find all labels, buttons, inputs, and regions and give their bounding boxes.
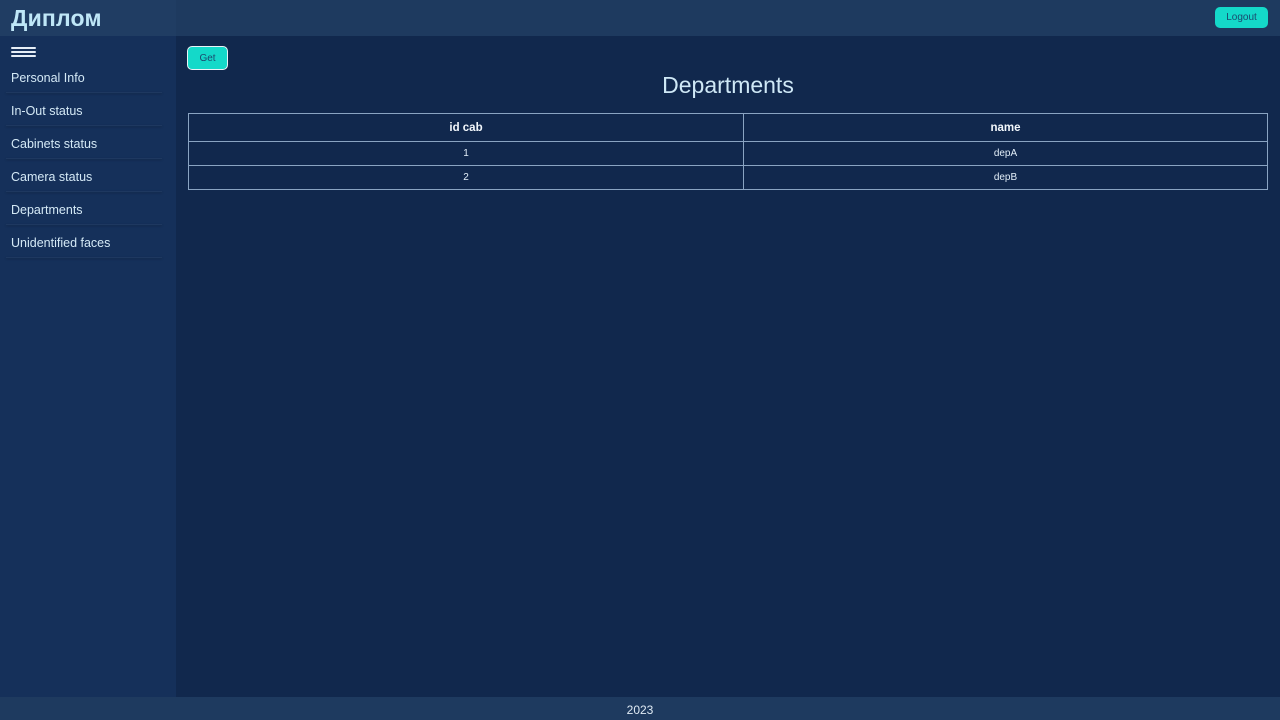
table-header-row: id cab name bbox=[188, 113, 1268, 142]
column-header-id-cab: id cab bbox=[188, 113, 744, 142]
app-brand-title: Диплом bbox=[11, 5, 102, 31]
sidebar-item-camera-status[interactable]: Camera status bbox=[0, 161, 176, 194]
sidebar-item-personal-info[interactable]: Personal Info bbox=[0, 62, 176, 95]
footer: 2023 bbox=[0, 697, 1280, 720]
column-header-name: name bbox=[743, 113, 1268, 142]
logout-button[interactable]: Logout bbox=[1215, 7, 1268, 28]
cell-id-cab: 2 bbox=[188, 165, 744, 190]
sidebar-item-in-out-status[interactable]: In-Out status bbox=[0, 95, 176, 128]
cell-name: depB bbox=[743, 165, 1268, 190]
main-content: Get Departments id cab name 1 depA 2 dep… bbox=[176, 36, 1280, 697]
brand-panel: Диплом bbox=[0, 0, 176, 36]
table-row: 2 depB bbox=[188, 165, 1268, 190]
table-row: 1 depA bbox=[188, 141, 1268, 166]
sidebar-nav: Personal Info In-Out status Cabinets sta… bbox=[0, 62, 176, 260]
sidebar: Personal Info In-Out status Cabinets sta… bbox=[0, 36, 176, 697]
hamburger-menu-icon[interactable] bbox=[11, 47, 36, 59]
sidebar-item-cabinets-status[interactable]: Cabinets status bbox=[0, 128, 176, 161]
cell-name: depA bbox=[743, 141, 1268, 166]
departments-table: id cab name 1 depA 2 depB bbox=[188, 113, 1268, 190]
top-bar: Диплом Logout bbox=[0, 0, 1280, 36]
sidebar-item-unidentified-faces[interactable]: Unidentified faces bbox=[0, 227, 176, 260]
get-button[interactable]: Get bbox=[187, 46, 228, 70]
page-title: Departments bbox=[662, 72, 794, 98]
footer-year: 2023 bbox=[626, 703, 654, 717]
sidebar-item-departments[interactable]: Departments bbox=[0, 194, 176, 227]
cell-id-cab: 1 bbox=[188, 141, 744, 166]
